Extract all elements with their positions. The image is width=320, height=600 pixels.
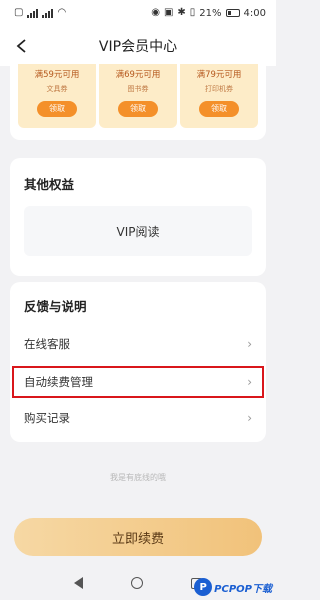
coupon-amount: 满69元可用 bbox=[115, 70, 161, 80]
row-label: 在线客服 bbox=[24, 337, 70, 351]
watermark: P PCPOP下载 bbox=[194, 578, 272, 596]
feedback-card: 反馈与说明 在线客服 › 自动续费管理 › 购买记录 › bbox=[10, 282, 266, 442]
coupon-type: 打印机券 bbox=[205, 85, 233, 93]
claim-button[interactable]: 领取 bbox=[199, 101, 239, 117]
bottom-line-text: 我是有底线的哦 bbox=[110, 473, 166, 482]
coupon-type: 文具券 bbox=[46, 85, 68, 93]
watermark-logo-icon: P bbox=[194, 578, 213, 596]
signal-icon bbox=[27, 8, 39, 18]
eye-icon: ◉ bbox=[151, 7, 160, 18]
other-benefits-card: 其他权益 VIP阅读 bbox=[10, 158, 266, 276]
chevron-right-icon: › bbox=[247, 337, 252, 351]
row-purchase-records[interactable]: 购买记录 › bbox=[12, 402, 264, 434]
nfc-icon: ▣ bbox=[163, 7, 174, 18]
row-online-service[interactable]: 在线客服 › bbox=[12, 328, 264, 360]
page-title: VIP会员中心 bbox=[98, 39, 178, 55]
claim-button[interactable]: 领取 bbox=[118, 101, 158, 117]
battery-percent: 21% bbox=[199, 7, 222, 19]
vibrate-icon: ▯ bbox=[189, 7, 196, 18]
vip-reading-button[interactable]: VIP阅读 bbox=[24, 206, 252, 256]
nav-home-icon[interactable] bbox=[131, 577, 143, 589]
section-title-other-benefits: 其他权益 bbox=[24, 177, 75, 192]
row-auto-renew-management[interactable]: 自动续费管理 › bbox=[12, 366, 264, 398]
row-label: 购买记录 bbox=[24, 411, 70, 425]
status-bar: ▢ ◠ ◉ ▣ ✱ ▯ 21% 4:00 bbox=[0, 0, 276, 26]
wifi-icon: ◠ bbox=[57, 7, 67, 18]
nav-back-icon[interactable] bbox=[74, 577, 83, 589]
coupon-amount: 满59元可用 bbox=[34, 70, 80, 80]
coupon-card: 满59元可用 文具券 领取 满69元可用 图书券 领取 满79元可用 打印机券 … bbox=[10, 60, 266, 140]
row-label: 自动续费管理 bbox=[24, 375, 93, 389]
coupon-books: 满69元可用 图书券 领取 bbox=[99, 64, 177, 128]
renew-now-button[interactable]: 立即续费 bbox=[14, 518, 262, 556]
notification-icon: ▢ bbox=[14, 7, 24, 18]
claim-button[interactable]: 领取 bbox=[37, 101, 77, 117]
coupon-type: 图书券 bbox=[127, 85, 149, 93]
chevron-right-icon: › bbox=[247, 375, 252, 389]
coupon-amount: 满79元可用 bbox=[196, 70, 242, 80]
clock: 4:00 bbox=[243, 7, 266, 19]
coupon-printer: 满79元可用 打印机券 领取 bbox=[180, 64, 258, 128]
bluetooth-icon: ✱ bbox=[177, 7, 186, 18]
chevron-left-icon bbox=[16, 39, 26, 53]
back-button[interactable] bbox=[8, 32, 36, 60]
section-title-feedback: 反馈与说明 bbox=[24, 299, 87, 314]
battery-icon bbox=[225, 9, 240, 17]
signal-icon-2 bbox=[42, 8, 54, 18]
watermark-text: PCPOP下载 bbox=[214, 583, 272, 595]
chevron-right-icon: › bbox=[247, 411, 252, 425]
coupon-stationery: 满59元可用 文具券 领取 bbox=[18, 64, 96, 128]
